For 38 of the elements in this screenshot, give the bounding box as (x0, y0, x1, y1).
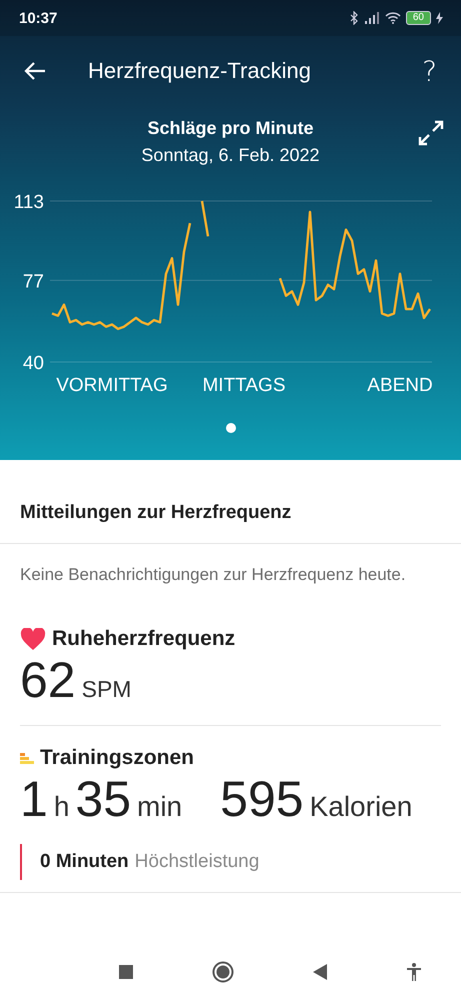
minutes-value: 35 (75, 770, 132, 828)
x-axis-label: ABEND (367, 375, 433, 396)
y-axis-label: 77 (22, 271, 44, 292)
signal-icon (364, 12, 380, 24)
home-icon[interactable] (212, 961, 234, 983)
charging-icon (436, 12, 443, 24)
recents-icon[interactable] (119, 965, 134, 979)
heart-icon (20, 628, 46, 650)
accessibility-icon[interactable] (406, 963, 422, 981)
unit-label: h (54, 791, 70, 823)
screen-title: Herzfrequenz-Tracking (88, 58, 312, 84)
x-axis-label: MITTAGS (202, 375, 286, 396)
help-button[interactable]: ? (418, 54, 441, 88)
battery-indicator: 60 (406, 11, 431, 25)
status-time: 10:37 (19, 10, 58, 26)
zone-minutes: 0 Minuten (40, 851, 129, 873)
y-axis-label: 40 (22, 353, 44, 374)
training-zones-title: Trainingszonen (40, 746, 194, 770)
chart-date: Sonntag, 6. Feb. 2022 (141, 145, 320, 166)
back-icon[interactable] (312, 964, 327, 980)
x-axis-label: VORMITTAG (56, 375, 168, 396)
unit-label: Kalorien (310, 791, 412, 823)
notification-message: Keine Benachrichtigungen zur Herzfrequenz heute. (19, 564, 407, 586)
resting-heart-rate-title: Ruheherzfrequenz (52, 627, 236, 651)
hours-value: 1 (20, 770, 48, 828)
zones-icon (20, 752, 34, 764)
resting-heart-rate-value: 62 (20, 651, 76, 709)
bluetooth-icon (350, 11, 359, 25)
wifi-icon (384, 12, 401, 24)
calories-value: 595 (220, 770, 304, 828)
chart-title: Schläge pro Minute (147, 118, 314, 139)
expand-icon[interactable] (418, 120, 444, 146)
unit-label: SPM (82, 676, 132, 703)
section-title: Mitteilungen zur Herzfrequenz (19, 501, 292, 525)
unit-label: min (137, 791, 182, 823)
y-axis-label: 113 (14, 192, 44, 213)
zone-label: Höchstleistung (134, 851, 260, 873)
back-arrow-icon[interactable] (24, 61, 46, 81)
